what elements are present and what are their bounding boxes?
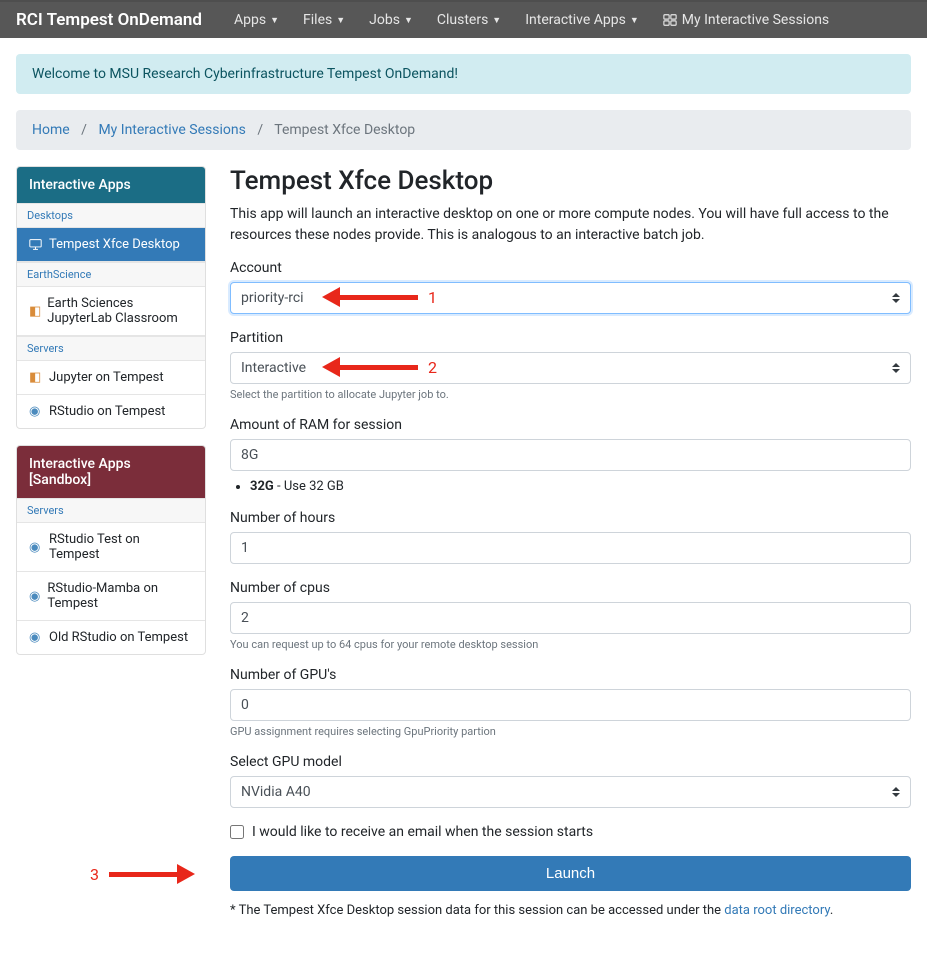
nav-my-sessions[interactable]: My Interactive Sessions [651,4,841,36]
welcome-alert: Welcome to MSU Research Cyberinfrastruct… [16,54,911,94]
top-navbar: RCI Tempest OnDemand Apps▼ Files▼ Jobs▼ … [0,0,927,38]
caret-down-icon: ▼ [270,15,279,26]
cpus-input[interactable] [230,602,911,634]
hours-input[interactable] [230,532,911,564]
rstudio-icon: ◉ [29,404,43,419]
nav-files[interactable]: Files▼ [291,4,357,36]
page-container: Welcome to MSU Research Cyberinfrastruct… [0,54,927,961]
hours-label: Number of hours [230,510,911,526]
main-content: Tempest Xfce Desktop This app will launc… [230,166,911,921]
caret-down-icon: ▼ [492,15,501,26]
group-servers: Servers [17,336,205,361]
sidebar: Interactive Apps Desktops Tempest Xfce D… [16,166,206,921]
caret-down-icon: ▼ [404,15,413,26]
breadcrumb-separator: / [257,122,263,138]
caret-down-icon: ▼ [630,15,639,26]
desktop-icon [29,238,43,251]
nav-apps[interactable]: Apps▼ [222,4,291,36]
ram-hints: 32G - Use 32 GB [250,479,911,494]
gpu-model-select[interactable]: NVidia A40 [230,776,911,808]
footnote: * The Tempest Xfce Desktop session data … [230,901,911,921]
group-desktops: Desktops [17,203,205,228]
sidebar-sandbox-apps: Interactive Apps [Sandbox] Servers ◉ RSt… [16,445,206,655]
sidebar-item-old-rstudio[interactable]: ◉ Old RStudio on Tempest [17,621,205,654]
partition-select[interactable]: Interactive [230,352,911,384]
page-title: Tempest Xfce Desktop [230,166,911,196]
gpus-label: Number of GPU's [230,667,911,683]
sidebar-header-sandbox: Interactive Apps [Sandbox] [17,446,205,498]
partition-help: Select the partition to allocate Jupyter… [230,388,911,401]
sidebar-item-label: Earth Sciences JupyterLab Classroom [47,296,193,326]
navbar-nav: Apps▼ Files▼ Jobs▼ Clusters▼ Interactive… [222,4,841,36]
page-description: This app will launch an interactive desk… [230,204,911,246]
sidebar-header: Interactive Apps [17,167,205,203]
data-root-link[interactable]: data root directory [724,903,830,918]
ram-label: Amount of RAM for session [230,417,911,433]
account-select[interactable]: priority-rci [230,282,911,314]
ram-input[interactable] [230,439,911,471]
gpus-input[interactable] [230,689,911,721]
sidebar-item-label: Old RStudio on Tempest [49,630,188,645]
email-label[interactable]: I would like to receive an email when th… [252,824,593,840]
sidebar-item-rstudio-test[interactable]: ◉ RStudio Test on Tempest [17,523,205,572]
sidebar-item-label: Tempest Xfce Desktop [49,237,180,252]
gpu-model-label: Select GPU model [230,754,911,770]
rstudio-icon: ◉ [29,589,41,604]
nav-interactive-apps[interactable]: Interactive Apps▼ [513,4,651,36]
sidebar-item-tempest-xfce[interactable]: Tempest Xfce Desktop [17,228,205,262]
gpus-help: GPU assignment requires selecting GpuPri… [230,725,911,738]
sidebar-item-earth-jupyter[interactable]: ◧ Earth Sciences JupyterLab Classroom [17,287,205,336]
nav-clusters[interactable]: Clusters▼ [425,4,513,36]
navbar-brand[interactable]: RCI Tempest OnDemand [16,10,202,30]
account-label: Account [230,260,911,276]
cpus-label: Number of cpus [230,580,911,596]
breadcrumb-separator: / [81,122,87,138]
sessions-icon [663,13,677,27]
nav-jobs[interactable]: Jobs▼ [357,4,425,36]
group-earthscience: EarthScience [17,262,205,287]
sidebar-item-label: RStudio Test on Tempest [49,532,193,562]
breadcrumb-current: Tempest Xfce Desktop [274,122,415,138]
sidebar-item-label: Jupyter on Tempest [49,370,164,385]
email-checkbox[interactable] [230,825,244,839]
sidebar-item-jupyter[interactable]: ◧ Jupyter on Tempest [17,361,205,395]
sidebar-item-rstudio-mamba[interactable]: ◉ RStudio-Mamba on Tempest [17,572,205,621]
group-servers-sandbox: Servers [17,498,205,523]
breadcrumb: Home / My Interactive Sessions / Tempest… [16,110,911,150]
caret-down-icon: ▼ [336,15,345,26]
breadcrumb-sessions[interactable]: My Interactive Sessions [98,122,245,138]
notebook-icon: ◧ [29,304,41,319]
sidebar-interactive-apps: Interactive Apps Desktops Tempest Xfce D… [16,166,206,429]
partition-label: Partition [230,330,911,346]
cpus-help: You can request up to 64 cpus for your r… [230,638,911,651]
notebook-icon: ◧ [29,370,43,385]
rstudio-icon: ◉ [29,630,43,645]
sidebar-item-rstudio[interactable]: ◉ RStudio on Tempest [17,395,205,428]
breadcrumb-home[interactable]: Home [32,122,70,138]
sidebar-item-label: RStudio-Mamba on Tempest [47,581,193,611]
launch-button[interactable]: Launch [230,856,911,891]
rstudio-icon: ◉ [29,540,43,555]
sidebar-item-label: RStudio on Tempest [49,404,165,419]
